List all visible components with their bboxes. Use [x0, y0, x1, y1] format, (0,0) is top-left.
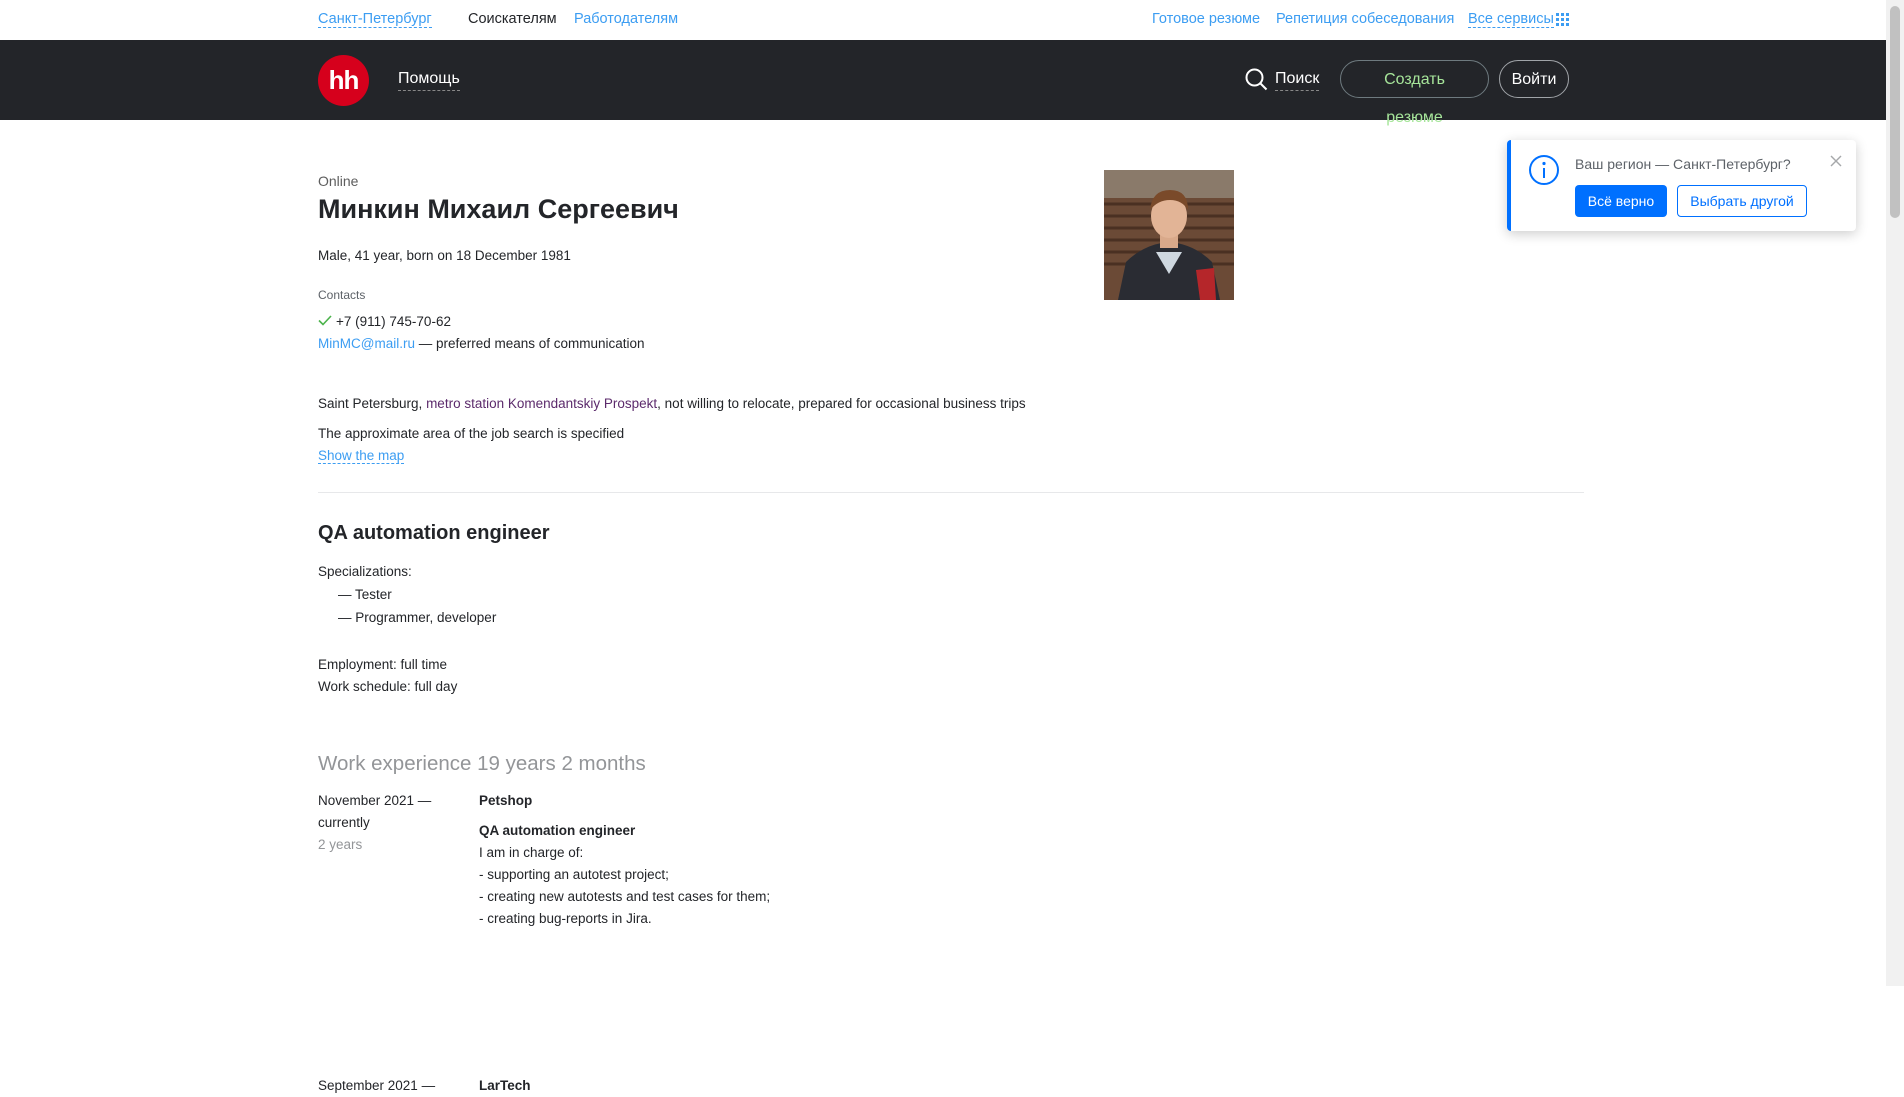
- job-details: Petshop QA automation engineer I am in c…: [479, 790, 770, 930]
- top-bar: Санкт-Петербург Соискателям Работодателя…: [0, 0, 1886, 40]
- email-row: MinMC@mail.ru — preferred means of commu…: [318, 336, 645, 351]
- nav-interview-rehearsal[interactable]: Репетиция собеседования: [1276, 11, 1454, 27]
- city-selector[interactable]: Санкт-Петербург: [318, 11, 432, 28]
- hh-logo[interactable]: hh: [318, 55, 369, 106]
- help-link[interactable]: Помощь: [398, 70, 460, 91]
- job-dates: September 2021 —: [318, 1075, 458, 1097]
- job-desc-line: - creating new autotests and test cases …: [479, 889, 771, 904]
- online-status: Online: [318, 173, 359, 189]
- job-duration: 2 years: [318, 837, 363, 852]
- contacts-heading: Contacts: [318, 288, 366, 302]
- check-icon: [318, 315, 332, 326]
- job-desc-line: - creating bug-reports in Jira.: [479, 911, 652, 926]
- job-desc-line: - supporting an autotest project;: [479, 867, 669, 882]
- nav-seekers[interactable]: Соискателям: [468, 11, 557, 27]
- job-dates: November 2021 — currently 2 years: [318, 790, 458, 856]
- work-schedule: Work schedule: full day: [318, 679, 458, 694]
- nav-ready-resume[interactable]: Готовое резюме: [1152, 11, 1260, 27]
- specializations-label: Specializations:: [318, 564, 412, 579]
- candidate-meta: Male, 41 year, born on 18 December 1981: [318, 248, 571, 263]
- phone-number[interactable]: +7 (911) 745-70-62: [336, 314, 451, 329]
- job-desc-line: I am in charge of:: [479, 845, 584, 860]
- company-name: LarTech: [479, 1078, 531, 1093]
- region-popup: Ваш регион — Санкт-Петербург? Всё верно …: [1507, 140, 1856, 231]
- metro-link[interactable]: metro station Komendantskiy Prospekt: [426, 396, 657, 411]
- job-date-end: currently: [318, 815, 370, 830]
- address-row: Saint Petersburg, metro station Komendan…: [318, 396, 1026, 411]
- section-divider: [318, 492, 1584, 493]
- address-city: Saint Petersburg,: [318, 396, 427, 411]
- scrollbar-thumb[interactable]: [1890, 6, 1900, 218]
- close-icon[interactable]: [1830, 154, 1842, 172]
- show-map-link[interactable]: Show the map: [318, 448, 405, 464]
- confirm-region-button[interactable]: Всё верно: [1575, 185, 1667, 217]
- profile-photo: [1104, 170, 1234, 300]
- page-scrollbar[interactable]: [1886, 0, 1904, 986]
- nav-employers[interactable]: Работодателям: [574, 11, 678, 27]
- login-button[interactable]: Войти: [1499, 60, 1569, 98]
- job-details: LarTech: [479, 1075, 531, 1097]
- relocation-note: , not willing to relocate, prepared for …: [657, 396, 1026, 411]
- email-note: — preferred means of communication: [414, 336, 645, 351]
- specialization-item: — Programmer, developer: [338, 610, 497, 625]
- search-icon[interactable]: [1245, 68, 1268, 91]
- email-link[interactable]: MinMC@mail.ru: [318, 336, 415, 351]
- company-name: Petshop: [479, 793, 533, 808]
- choose-other-region-button[interactable]: Выбрать другой: [1677, 185, 1807, 217]
- phone-row: +7 (911) 745-70-62: [318, 314, 451, 329]
- main-header: hh Помощь Поиск Создать резюме Войти: [0, 40, 1886, 126]
- candidate-name: Минкин Михаил Сергеевич: [318, 194, 679, 224]
- search-link[interactable]: Поиск: [1275, 70, 1320, 91]
- job-date-start: November 2021 —: [318, 793, 432, 808]
- create-resume-button[interactable]: Создать резюме: [1340, 60, 1489, 126]
- specialization-item: — Tester: [338, 587, 392, 602]
- info-icon: [1529, 155, 1559, 185]
- approx-area-text: The approximate area of the job search i…: [318, 426, 625, 441]
- position-title: QA automation engineer: [318, 522, 550, 544]
- nav-all-services[interactable]: Все сервисы: [1468, 11, 1554, 28]
- region-question: Ваш регион — Санкт-Петербург?: [1575, 156, 1791, 172]
- employment-type: Employment: full time: [318, 657, 448, 672]
- job-date-start: September 2021 —: [318, 1078, 436, 1093]
- grid-icon[interactable]: [1556, 13, 1569, 26]
- job-role: QA automation engineer: [479, 823, 636, 838]
- experience-heading: Work experience 19 years 2 months: [318, 752, 646, 775]
